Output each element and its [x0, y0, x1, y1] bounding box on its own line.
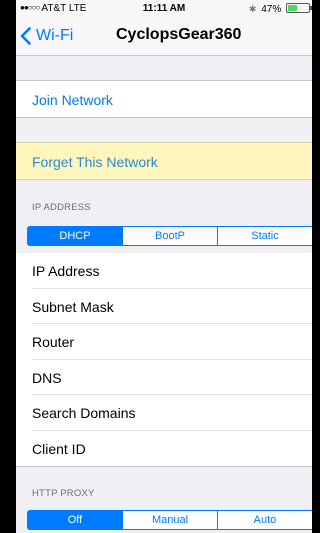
back-label: Wi-Fi	[36, 27, 74, 44]
http-proxy-segmented-control: Off Manual Auto	[27, 510, 312, 530]
segment-static[interactable]: Static	[218, 227, 312, 245]
page-title: CyclopsGear360	[116, 26, 242, 43]
join-network-button[interactable]: Join Network	[16, 80, 312, 118]
ip-address-header: IP ADDRESS	[32, 202, 91, 213]
settings-screen: ●●○○○ AT&T LTE 11:11 AM ✱ 47% Wi-Fi Cycl…	[16, 0, 312, 533]
subnet-mask-row[interactable]: Subnet Mask	[16, 289, 312, 325]
back-button[interactable]: Wi-Fi	[20, 25, 73, 47]
battery-info: ✱ 47%	[248, 3, 312, 15]
ip-settings-list: IP Address Subnet Mask Router DNS Search…	[16, 253, 312, 467]
bluetooth-icon: ✱	[248, 4, 257, 14]
dns-row[interactable]: DNS	[16, 360, 312, 396]
segment-off[interactable]: Off	[28, 511, 123, 529]
segment-dhcp[interactable]: DHCP	[28, 227, 123, 245]
chevron-left-icon	[20, 27, 31, 45]
battery-icon	[286, 3, 312, 13]
row-label: Subnet Mask	[32, 298, 114, 315]
segment-bootp[interactable]: BootP	[123, 227, 218, 245]
ip-mode-segmented-control: DHCP BootP Static	[27, 226, 312, 246]
segment-manual[interactable]: Manual	[123, 511, 218, 529]
row-label: DNS	[32, 369, 62, 386]
http-proxy-header: HTTP PROXY	[32, 488, 95, 499]
forget-network-button[interactable]: Forget This Network	[16, 142, 312, 180]
router-row[interactable]: Router	[16, 324, 312, 360]
client-id-row[interactable]: Client ID	[16, 431, 312, 467]
row-label: Search Domains	[32, 405, 136, 421]
ip-address-row[interactable]: IP Address	[16, 253, 312, 289]
segment-auto[interactable]: Auto	[218, 511, 312, 529]
battery-percent: 47%	[261, 4, 282, 15]
row-label: Client ID	[32, 440, 86, 457]
forget-network-label: Forget This Network	[32, 154, 158, 170]
row-label: IP Address	[32, 263, 100, 279]
join-network-label: Join Network	[32, 92, 113, 108]
status-bar: ●●○○○ AT&T LTE 11:11 AM ✱ 47%	[16, 0, 312, 17]
row-label: Router	[32, 334, 75, 350]
navigation-bar: Wi-Fi CyclopsGear360	[16, 17, 312, 56]
search-domains-row[interactable]: Search Domains	[16, 395, 312, 431]
